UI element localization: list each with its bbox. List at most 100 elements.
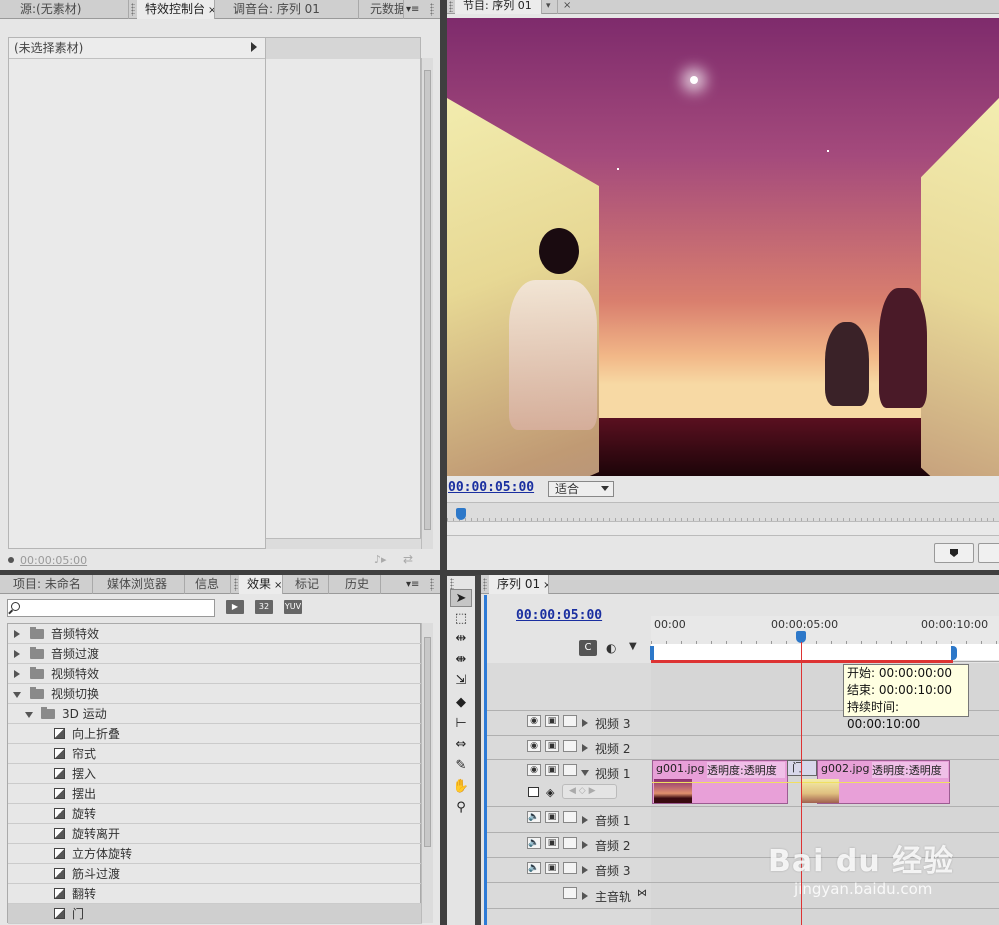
tab-grip[interactable] — [234, 578, 238, 591]
tree-item-fx[interactable]: 摆入 — [8, 764, 422, 784]
track-header-master[interactable]: 主音轨 ⋈ — [487, 883, 651, 909]
zoom-fit-select[interactable]: 适合 — [548, 481, 614, 497]
tab-source[interactable]: 源:(无素材) — [12, 0, 129, 19]
tree-item-3d-motion[interactable]: 3D 运动 — [8, 704, 422, 724]
rate-stretch-tool-icon[interactable]: ⇲ — [450, 672, 472, 690]
tab-info[interactable]: 信息 — [187, 575, 231, 594]
eye-icon[interactable]: ◉ — [527, 764, 541, 776]
slip-tool-icon[interactable]: ⊢ — [450, 715, 472, 733]
effect-controls-timecode[interactable]: 00:00:05:00 — [20, 554, 87, 567]
yuv-effects-button[interactable]: YUV — [284, 600, 302, 614]
expand-icon[interactable] — [14, 650, 20, 658]
program-close-icon[interactable]: × — [560, 0, 574, 14]
speaker-icon[interactable]: 🔈 — [527, 837, 541, 849]
snap-icon[interactable]: C — [579, 640, 597, 656]
track-header-audio-1[interactable]: 🔈 ▣ 音频 1 — [487, 807, 651, 833]
tree-item-fx-selected[interactable]: 门 — [8, 904, 422, 924]
tab-effect-controls[interactable]: 特效控制台× — [137, 0, 215, 19]
hand-tool-icon[interactable]: ✋ — [450, 778, 472, 796]
tab-history[interactable]: 历史 — [337, 575, 381, 594]
panel-grip[interactable] — [430, 578, 434, 591]
panel-grip[interactable] — [483, 578, 487, 591]
accelerated-effects-icon[interactable]: ▶ — [226, 600, 244, 614]
tree-item-fx[interactable]: 立方体旋转 — [8, 844, 422, 864]
selection-tool-icon[interactable]: ➤ — [450, 589, 472, 607]
lock-icon[interactable] — [563, 887, 577, 899]
tab-audio-mixer[interactable]: 调音台: 序列 01 — [225, 0, 359, 19]
lock-icon[interactable] — [563, 837, 577, 849]
program-menu-button[interactable]: ▾ — [542, 0, 558, 14]
close-icon[interactable]: × — [543, 580, 548, 591]
zoom-tool-icon[interactable]: ⚲ — [450, 799, 472, 817]
timeline-timecode[interactable]: 00:00:05:00 — [516, 608, 602, 623]
vertical-splitter[interactable] — [440, 0, 447, 925]
pen-tool-icon[interactable]: ✎ — [450, 757, 472, 775]
film-icon[interactable]: ▣ — [545, 740, 559, 752]
tree-item-fx[interactable]: 向上折叠 — [8, 724, 422, 744]
expand-icon[interactable] — [582, 866, 588, 874]
tree-item-fx[interactable]: 摆出 — [8, 784, 422, 804]
track-header-audio-3[interactable]: 🔈 ▣ 音频 3 — [487, 858, 651, 883]
close-icon[interactable]: × — [274, 580, 282, 591]
track-header-video-1[interactable]: ◉ ▣ 视频 1 ◈ ◀ ◇ ▶ — [487, 760, 651, 807]
track-header-video-3[interactable]: ◉ ▣ 视频 3 — [487, 711, 651, 736]
bit32-effects-button[interactable]: 32 — [255, 600, 273, 614]
panel-menu-icon[interactable]: ▾≡ — [406, 0, 419, 19]
audio-scrub-icon[interactable]: ♪▸ — [374, 553, 387, 566]
tree-item-fx[interactable]: 帘式 — [8, 744, 422, 764]
program-time-ruler[interactable] — [447, 502, 999, 522]
tree-item-fx[interactable]: 旋转离开 — [8, 824, 422, 844]
effect-controls-hscroll[interactable] — [266, 538, 421, 549]
collapse-icon[interactable] — [581, 770, 589, 776]
speaker-icon[interactable]: 🔈 — [527, 862, 541, 874]
next-marker-button[interactable] — [978, 543, 999, 563]
expand-right-icon[interactable] — [251, 42, 257, 52]
program-scroll-bar[interactable] — [447, 522, 999, 536]
tree-item-fx[interactable]: 筋斗过渡 — [8, 864, 422, 884]
eye-icon[interactable]: ◉ — [527, 740, 541, 752]
tree-item-fx[interactable]: 翻转 — [8, 884, 422, 904]
expand-icon[interactable] — [14, 670, 20, 678]
clip-opacity-label[interactable]: 透明度:透明度 — [872, 762, 948, 778]
program-video-frame[interactable] — [447, 18, 999, 476]
expand-icon[interactable] — [582, 892, 588, 900]
tab-project[interactable]: 项目: 未命名 — [5, 575, 93, 594]
panel-grip[interactable] — [430, 3, 434, 16]
clip-opacity-label[interactable]: 透明度:透明度 — [707, 762, 785, 778]
close-icon[interactable]: × — [208, 5, 214, 16]
program-playhead[interactable] — [456, 508, 466, 520]
panel-grip[interactable] — [449, 1, 453, 12]
tab-media-browser[interactable]: 媒体浏览器 — [99, 575, 185, 594]
speaker-icon[interactable]: 🔈 — [527, 811, 541, 823]
tree-item-video-transitions[interactable]: 视频切换 — [8, 684, 422, 704]
keyframe-icon[interactable]: ◈ — [546, 786, 554, 799]
transition-door[interactable]: 门 — [787, 760, 817, 776]
film-icon[interactable]: ▣ — [545, 764, 559, 776]
track-lane-video-2[interactable] — [651, 736, 999, 760]
work-area-start-handle[interactable] — [650, 646, 654, 660]
slide-tool-icon[interactable]: ⇔ — [450, 736, 472, 754]
tree-item-video-effects[interactable]: 视频特效 — [8, 664, 422, 684]
tree-item-audio-transitions[interactable]: 音频过渡 — [8, 644, 422, 664]
track-lane-audio-1[interactable] — [651, 807, 999, 833]
lock-icon[interactable] — [563, 811, 577, 823]
tab-effects[interactable]: 效果 × — [239, 575, 283, 594]
lock-icon[interactable] — [563, 764, 577, 776]
expand-icon[interactable] — [582, 816, 588, 824]
effect-controls-scrollbar[interactable] — [421, 58, 433, 549]
tab-program[interactable]: 节目: 序列 01 — [455, 0, 542, 14]
eye-icon[interactable]: ◉ — [527, 715, 541, 727]
sync-lock-icon[interactable]: ▣ — [545, 811, 559, 823]
program-timecode[interactable]: 00:00:05:00 — [448, 480, 534, 495]
rolling-edit-tool-icon[interactable]: ⇼ — [450, 651, 472, 669]
lock-icon[interactable] — [563, 715, 577, 727]
lock-icon[interactable] — [563, 862, 577, 874]
work-area-bar[interactable] — [651, 644, 999, 660]
work-area-end-handle[interactable] — [951, 646, 957, 660]
sync-lock-icon[interactable]: ▣ — [545, 862, 559, 874]
tree-item-fx[interactable]: 旋转 — [8, 804, 422, 824]
tab-grip[interactable] — [131, 3, 135, 16]
no-clip-selected-header[interactable]: (未选择素材) — [9, 38, 265, 59]
sync-lock-icon[interactable]: ▣ — [545, 837, 559, 849]
ripple-edit-tool-icon[interactable]: ⇹ — [450, 630, 472, 648]
